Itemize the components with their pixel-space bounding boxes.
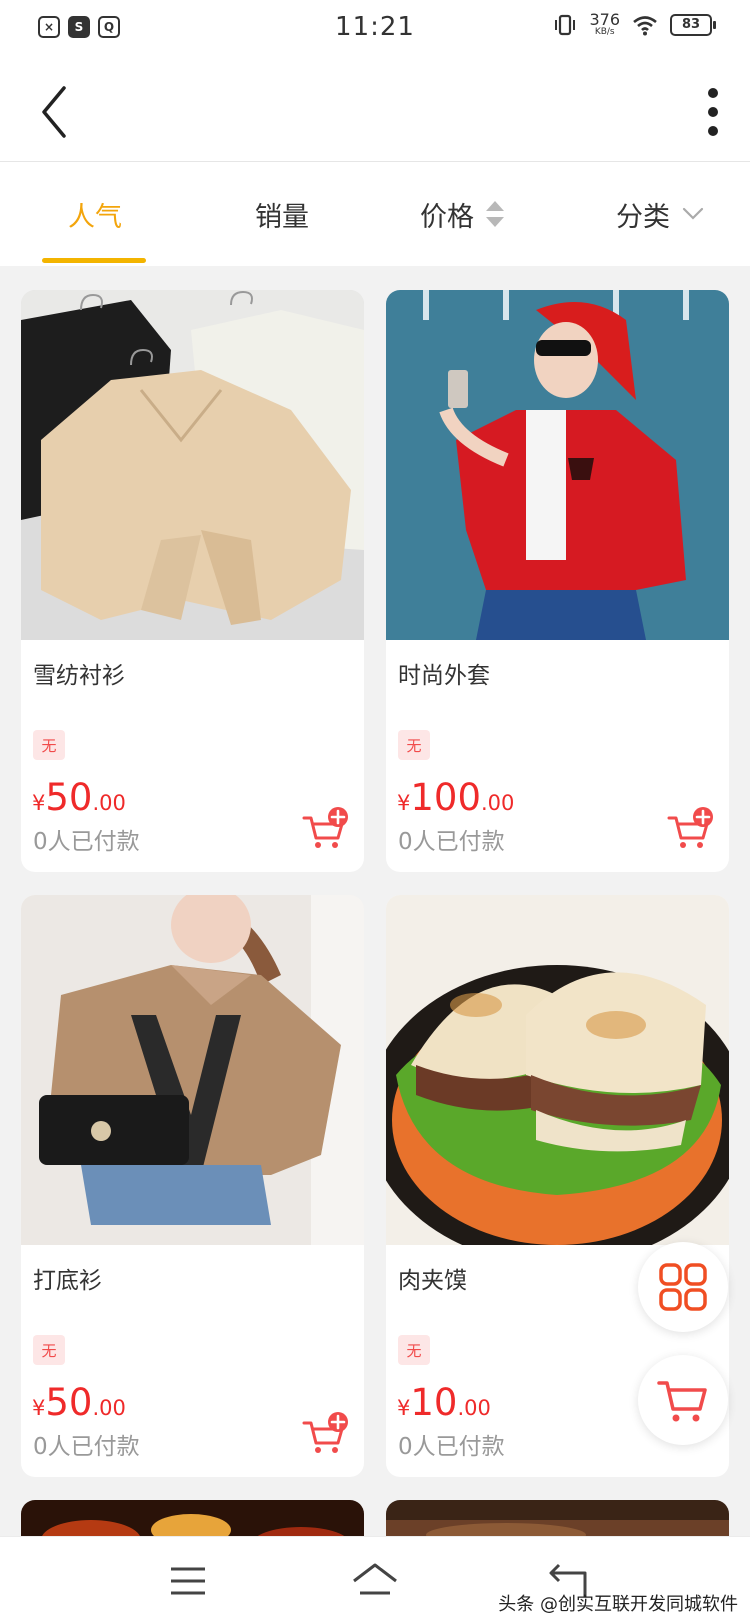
product-title: 雪纺衬衫: [33, 663, 125, 689]
sold-count: 0人已付款: [33, 829, 140, 855]
chevron-left-icon: [42, 86, 66, 138]
product-card[interactable]: 时尚外套 无 ¥100.00 0人已付款: [386, 290, 729, 872]
price-currency: ¥: [397, 791, 411, 815]
grid-icon: [659, 1263, 707, 1311]
product-price: ¥10.00: [397, 1381, 491, 1424]
home-icon: [353, 1563, 397, 1595]
price-currency: ¥: [397, 1396, 411, 1420]
price-integer: 50: [45, 776, 93, 819]
more-options-button[interactable]: [698, 82, 728, 142]
product-title: 时尚外套: [398, 663, 490, 689]
category-grid-button[interactable]: [638, 1242, 728, 1332]
tab-label: 分类: [616, 201, 670, 233]
net-speed: 376 KB/s: [589, 12, 620, 37]
product-image-chiffon-shirts[interactable]: [21, 290, 364, 640]
price-currency: ¥: [32, 791, 46, 815]
tab-popularity[interactable]: 人气: [40, 162, 150, 266]
product-image-base-top[interactable]: [21, 895, 364, 1245]
add-to-cart-button[interactable]: [302, 806, 350, 850]
add-to-cart-button[interactable]: [302, 1411, 350, 1455]
menu-button[interactable]: [163, 1557, 213, 1605]
price-integer: 50: [45, 1381, 93, 1424]
battery-icon: 83: [670, 13, 716, 36]
watermark-text: 头条 @创实互联开发同城软件: [498, 1594, 738, 1615]
product-card[interactable]: 打底衫 无 ¥50.00 0人已付款: [21, 895, 364, 1477]
cart-plus-icon: [302, 807, 348, 848]
more-dot: [708, 126, 718, 136]
status-right-icons: 376 KB/s 83: [553, 12, 716, 37]
product-price: ¥100.00: [397, 776, 514, 819]
cart-icon: [657, 1381, 707, 1422]
vibrate-icon: [555, 14, 576, 35]
wifi-icon: [633, 15, 657, 35]
product-title: 肉夹馍: [398, 1268, 467, 1294]
price-decimal: .00: [481, 791, 515, 815]
sort-arrows-icon: [486, 201, 504, 227]
sort-tab-bar: 人气 销量 价格 分类: [0, 162, 750, 266]
battery-level: 83: [681, 17, 701, 32]
tab-category[interactable]: 分类: [600, 162, 720, 266]
tab-label: 销量: [255, 201, 309, 233]
tab-sales[interactable]: 销量: [222, 162, 342, 266]
shopping-cart-button[interactable]: [638, 1355, 728, 1445]
product-image-fashion-jacket[interactable]: [386, 290, 729, 640]
home-button[interactable]: [350, 1557, 400, 1605]
price-integer: 100: [410, 776, 481, 819]
net-speed-unit: KB/s: [594, 27, 615, 37]
tab-price[interactable]: 价格: [408, 162, 518, 266]
back-button[interactable]: [34, 82, 78, 142]
product-price: ¥50.00: [32, 776, 126, 819]
price-decimal: .00: [457, 1396, 491, 1420]
product-tag: 无: [33, 730, 65, 760]
product-title: 打底衫: [33, 1268, 102, 1294]
status-bar: × S Q 11:21 376 KB/s 83: [0, 0, 750, 60]
sold-count: 0人已付款: [398, 829, 505, 855]
product-tag: 无: [398, 730, 430, 760]
more-dot: [708, 107, 718, 117]
product-price: ¥50.00: [32, 1381, 126, 1424]
chevron-down-icon: [682, 207, 704, 220]
product-tag: 无: [398, 1335, 430, 1365]
product-tag: 无: [33, 1335, 65, 1365]
tab-label: 人气: [68, 201, 122, 233]
nav-bar: [0, 60, 750, 162]
price-integer: 10: [410, 1381, 458, 1424]
product-image-roujiamo[interactable]: [386, 895, 729, 1245]
tab-label: 价格: [420, 201, 474, 233]
more-dot: [708, 88, 718, 98]
product-card[interactable]: 雪纺衬衫 无 ¥50.00 0人已付款: [21, 290, 364, 872]
menu-icon: [171, 1567, 205, 1595]
price-decimal: .00: [92, 791, 126, 815]
sold-count: 0人已付款: [33, 1434, 140, 1460]
sold-count: 0人已付款: [398, 1434, 505, 1460]
net-speed-value: 376: [589, 10, 620, 29]
active-tab-indicator: [42, 258, 146, 263]
add-to-cart-button[interactable]: [667, 806, 715, 850]
cart-plus-icon: [302, 1412, 348, 1453]
price-decimal: .00: [92, 1396, 126, 1420]
price-currency: ¥: [32, 1396, 46, 1420]
cart-plus-icon: [667, 807, 713, 848]
